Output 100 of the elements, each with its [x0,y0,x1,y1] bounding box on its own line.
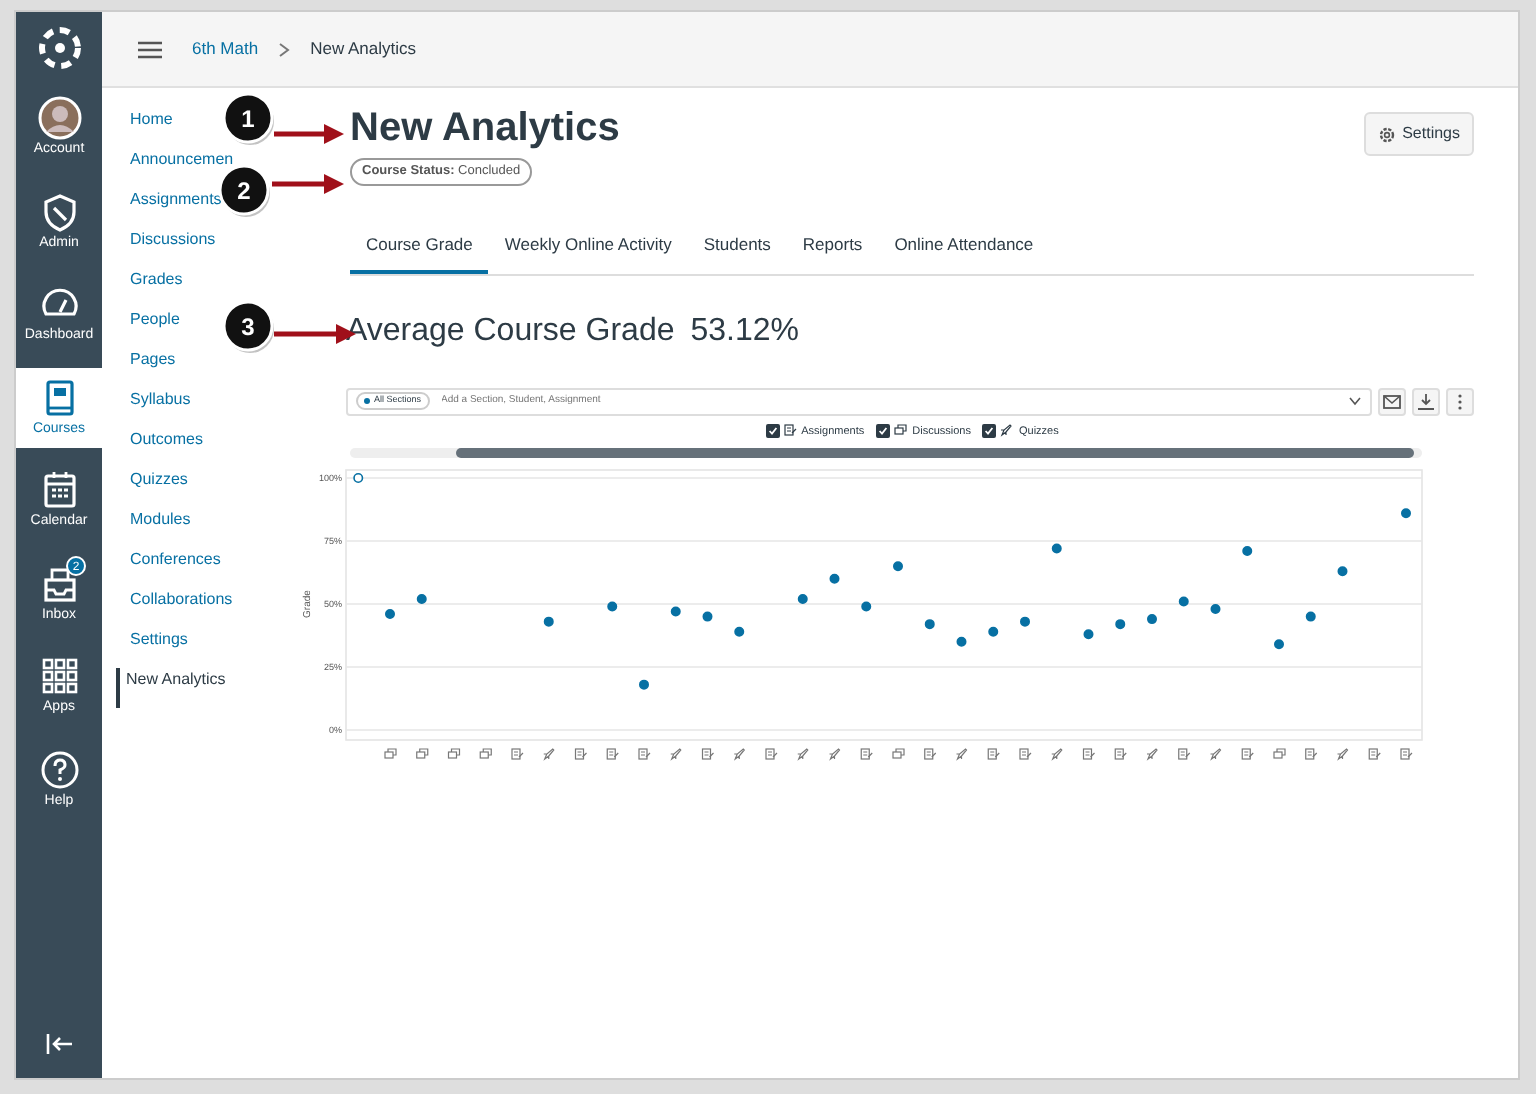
data-point [797,593,808,604]
assignment-icon [860,747,873,760]
discussion-icon [1273,747,1286,759]
arrow [274,124,344,144]
data-point [670,606,681,617]
data-point [924,618,935,629]
data-point [353,472,364,483]
dot-icon [364,398,370,404]
assignment-icon [1178,747,1191,760]
logo-icon [35,24,83,72]
discussion-icon [416,747,429,759]
data-point [1083,628,1094,639]
data-point [1115,618,1126,629]
assignment-icon [783,424,798,439]
data-point [1210,603,1221,614]
data-point [1337,565,1348,576]
assignment-icon [701,747,715,760]
course-nav-link[interactable]: Quizzes [124,468,188,508]
data-point [607,601,618,611]
data-point [1242,545,1253,556]
quiz-icon [1146,747,1158,760]
quiz-icon [733,747,746,760]
course-nav-link[interactable]: Syllabus [124,388,191,428]
assignment-icon [638,747,651,760]
tab[interactable]: Online Attendance [878,225,1050,273]
course-nav-link[interactable]: Discussions [124,228,216,268]
discussion-icon [447,747,461,759]
course-nav-link[interactable]: People [124,308,180,348]
callout-marker: 2 [218,164,270,217]
data-point [861,601,872,611]
discussion-icon [892,747,905,759]
quiz-icon [828,747,841,760]
tab[interactable]: Students [687,225,787,273]
course-nav-link[interactable]: Modules [124,508,191,548]
course-nav-link[interactable]: Home [124,108,173,148]
course-nav-link[interactable]: Pages [124,348,176,388]
callout-marker: 3 [222,300,274,353]
assignment-icon [574,747,588,760]
menu-icon [136,39,164,59]
settings-button[interactable]: Settings [1364,112,1474,156]
assignment-icon [924,747,937,760]
quiz-icon [1000,424,1015,439]
apps-icon [37,654,81,698]
download-icon [1416,391,1436,411]
download-button[interactable] [1412,387,1440,415]
checkbox[interactable] [982,424,997,439]
tab[interactable]: Reports [786,225,879,273]
page-title: New Analytics [350,104,620,152]
data-point [734,626,745,637]
quiz-icon [955,747,968,760]
breadcrumb-link[interactable]: 6th Math [192,36,259,62]
assignment-icon [765,747,778,760]
assignment-icon [1082,747,1096,760]
callout-marker: 1 [222,92,274,145]
data-point [829,573,840,584]
data-point [1305,611,1316,622]
collapse-icon [43,1030,75,1058]
data-point [543,616,554,627]
discussion-icon [894,424,909,439]
data-point [988,626,999,637]
checkbox[interactable] [876,424,891,439]
assignment-icon [1400,747,1413,760]
data-point [1274,638,1284,649]
data-point [416,593,427,604]
data-point [639,679,649,690]
course-nav-link[interactable]: Assignments [124,188,222,228]
quiz-icon [1336,747,1349,760]
course-nav-link[interactable]: Settings [124,628,188,668]
quiz-icon [1051,747,1063,760]
tab[interactable]: Course Grade [350,225,489,273]
checkbox[interactable] [765,424,780,439]
email-button[interactable] [1378,387,1406,415]
discussion-icon [384,747,397,759]
assignment-icon [1305,747,1318,760]
assignment-icon [1368,747,1381,760]
arrow [272,174,344,194]
course-nav-link[interactable]: Collaborations [124,588,233,628]
tab[interactable]: Weekly Online Activity [488,225,688,273]
assignment-icon [987,747,1000,760]
assignment-icon [1114,747,1127,760]
quiz-icon [797,747,809,760]
data-point [385,608,395,619]
assignment-icon [511,747,524,760]
average-grade: Average Course Grade 53.12% [346,311,802,351]
scrollbar[interactable] [350,447,1422,458]
quiz-icon [543,747,555,760]
quiz-icon [1209,747,1222,760]
breadcrumb-current: New Analytics [310,36,416,62]
course-nav-link[interactable]: New Analytics [116,668,226,708]
discussion-icon [479,747,492,759]
avatar-icon [37,96,81,140]
settings-icon [1378,125,1397,143]
course-nav-link[interactable]: Conferences [124,548,221,588]
chevron-icon [278,41,291,57]
data-point [1401,507,1411,518]
caret-icon [1348,396,1362,406]
data-point [1178,596,1189,606]
course-nav-link[interactable]: Grades [124,268,183,308]
course-nav-link[interactable]: Outcomes [124,428,203,468]
data-point [956,636,967,647]
